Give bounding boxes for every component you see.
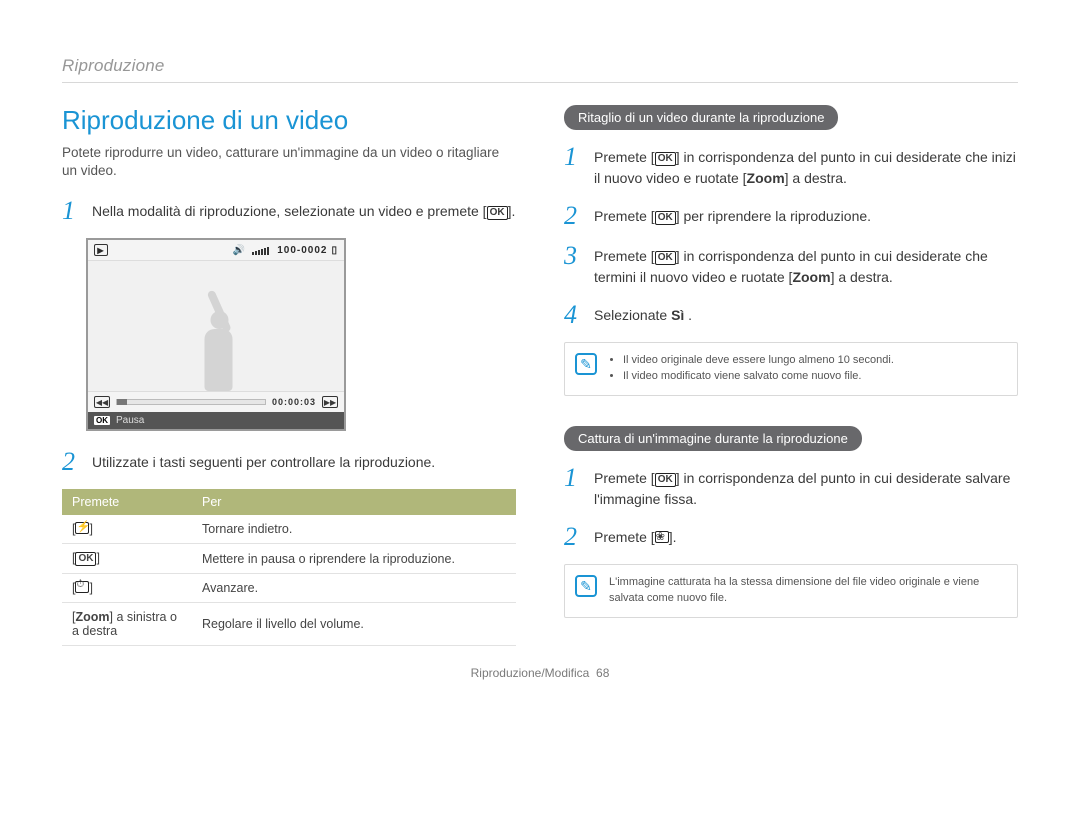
divider <box>62 82 1018 83</box>
note-box-trim: ✎ Il video originale deve essere lungo a… <box>564 342 1018 396</box>
note-item: Il video modificato viene salvato come n… <box>623 369 1005 385</box>
table-row: [OK] Mettere in pausa o riprendere la ri… <box>62 544 516 574</box>
left-column: Riproduzione di un video Potete riprodur… <box>62 105 516 648</box>
step-number: 1 <box>564 144 584 189</box>
two-column-layout: Riproduzione di un video Potete riprodur… <box>62 105 1018 648</box>
ok-icon: OK <box>655 211 676 225</box>
step-number: 1 <box>564 465 584 510</box>
step-number: 2 <box>564 524 584 550</box>
text: ]. <box>508 203 516 219</box>
key-cell: [OK] <box>62 544 192 574</box>
volume-bars-icon <box>252 245 269 255</box>
trim-step-3: 3 Premete [OK] in corrispondenza del pun… <box>564 243 1018 288</box>
ok-icon: OK <box>655 251 676 265</box>
progress-track <box>116 399 266 405</box>
note-box-capture: ✎ L'immagine catturata ha la stessa dime… <box>564 564 1018 618</box>
left-step-2: 2 Utilizzate i tasti seguenti per contro… <box>62 449 516 475</box>
zoom-label: Zoom <box>747 170 785 186</box>
left-step-1: 1 Nella modalità di riproduzione, selezi… <box>62 198 516 224</box>
rewind-icon: ◀◀ <box>94 396 110 408</box>
ok-icon: OK <box>655 152 676 166</box>
trim-step-4: 4 Selezionate Sì . <box>564 302 1018 328</box>
ok-icon: OK <box>94 416 110 425</box>
section-heading-capture: Cattura di un'immagine durante la riprod… <box>564 426 862 451</box>
step-number: 2 <box>564 203 584 229</box>
key-cell: [] <box>62 515 192 544</box>
step-text: Premete [OK] in corrispondenza del punto… <box>594 144 1018 189</box>
action-cell: Regolare il livello del volume. <box>192 603 516 646</box>
table-row: [Zoom] a sinistra o a destra Regolare il… <box>62 603 516 646</box>
trim-step-2: 2 Premete [OK] per riprendere la riprodu… <box>564 203 1018 229</box>
zoom-label: Zoom <box>75 610 109 624</box>
step-number: 2 <box>62 449 82 475</box>
lcd-top-bar: 🔊 100-0002 ▯ <box>88 240 344 261</box>
key-cell: [] <box>62 574 192 603</box>
controls-table: Premete Per [] Tornare indietro. [OK] Me… <box>62 489 516 646</box>
person-silhouette <box>185 281 255 391</box>
section-heading-trim: Ritaglio di un video durante la riproduz… <box>564 105 838 130</box>
lcd-progress-bar: ◀◀ 00:00:03 ▶▶ <box>88 391 344 412</box>
footer-section: Riproduzione/Modifica <box>471 666 590 680</box>
video-preview-screenshot: 🔊 100-0002 ▯ ◀◀ 00:00:03 ▶▶ <box>86 238 346 431</box>
macro-icon <box>655 531 669 543</box>
step-number: 1 <box>62 198 82 224</box>
note-item: Il video originale deve essere lungo alm… <box>623 353 1005 369</box>
step-text: Premete []. <box>594 524 1018 550</box>
manual-page: Riproduzione Riproduzione di un video Po… <box>0 0 1080 700</box>
step-number: 4 <box>564 302 584 328</box>
lcd-footer: OK Pausa <box>88 412 344 429</box>
ok-icon: OK <box>655 473 676 487</box>
table-row: [] Tornare indietro. <box>62 515 516 544</box>
timer-icon <box>75 581 89 593</box>
yes-label: Sì <box>671 307 684 323</box>
key-cell: [Zoom] a sinistra o a destra <box>62 603 192 646</box>
trim-step-1: 1 Premete [OK] in corrispondenza del pun… <box>564 144 1018 189</box>
right-column: Ritaglio di un video durante la riproduz… <box>564 105 1018 648</box>
note-text: L'immagine catturata ha la stessa dimens… <box>609 575 1005 607</box>
step-text: Premete [OK] per riprendere la riproduzi… <box>594 203 1018 229</box>
table-row: [] Avanzare. <box>62 574 516 603</box>
page-number: 68 <box>596 666 609 680</box>
step-text: Nella modalità di riproduzione, selezion… <box>92 198 516 224</box>
note-icon: ✎ <box>575 575 597 597</box>
note-icon: ✎ <box>575 353 597 375</box>
step-text: Utilizzate i tasti seguenti per controll… <box>92 449 516 475</box>
action-cell: Tornare indietro. <box>192 515 516 544</box>
breadcrumb: Riproduzione <box>62 56 1018 76</box>
memory-card-icon: ▯ <box>331 245 338 256</box>
ok-icon: OK <box>75 552 96 566</box>
step-text: Premete [OK] in corrispondenza del punto… <box>594 243 1018 288</box>
step-text: Selezionate Sì . <box>594 302 1018 328</box>
capture-step-1: 1 Premete [OK] in corrispondenza del pun… <box>564 465 1018 510</box>
page-footer: Riproduzione/Modifica 68 <box>62 666 1018 680</box>
table-header: Per <box>192 489 516 515</box>
step-text: Premete [OK] in corrispondenza del punto… <box>594 465 1018 510</box>
action-cell: Avanzare. <box>192 574 516 603</box>
play-mode-icon <box>94 244 108 256</box>
volume-icon: 🔊 <box>233 245 246 256</box>
lcd-video-area <box>88 261 344 391</box>
elapsed-time: 00:00:03 <box>272 397 316 407</box>
intro-text: Potete riprodurre un video, catturare un… <box>62 144 516 180</box>
lcd-frame: 🔊 100-0002 ▯ ◀◀ 00:00:03 ▶▶ <box>86 238 346 431</box>
ok-icon: OK <box>487 206 508 220</box>
zoom-label: Zoom <box>792 269 830 285</box>
capture-step-2: 2 Premete []. <box>564 524 1018 550</box>
step-number: 3 <box>564 243 584 288</box>
table-header: Premete <box>62 489 192 515</box>
pause-label: Pausa <box>116 415 144 426</box>
action-cell: Mettere in pausa o riprendere la riprodu… <box>192 544 516 574</box>
forward-icon: ▶▶ <box>322 396 338 408</box>
file-counter: 100-0002 <box>277 245 327 256</box>
flash-icon <box>75 522 89 534</box>
page-title: Riproduzione di un video <box>62 105 516 136</box>
text: Nella modalità di riproduzione, selezion… <box>92 203 487 219</box>
